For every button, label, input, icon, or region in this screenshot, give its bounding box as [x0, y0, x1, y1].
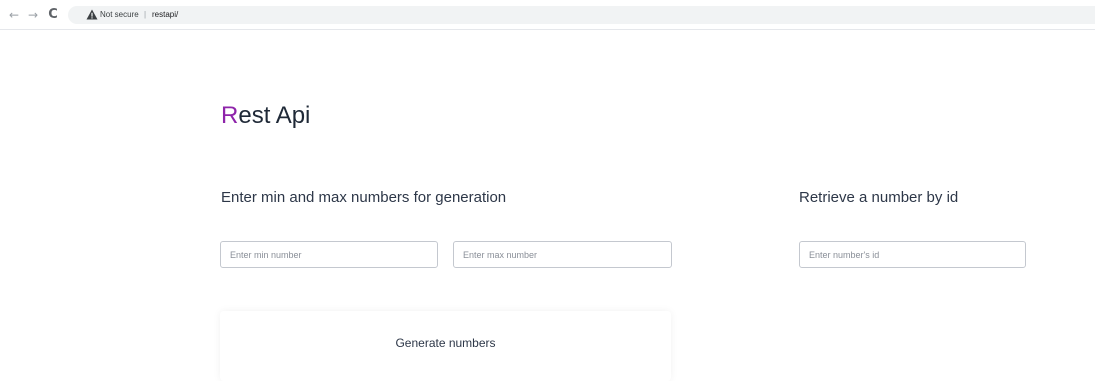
max-number-input[interactable]: [453, 241, 672, 268]
min-number-input[interactable]: [220, 241, 438, 268]
warning-icon[interactable]: [86, 9, 98, 20]
generate-numbers-button[interactable]: Generate numbers: [220, 311, 671, 381]
url-separator: |: [144, 10, 147, 19]
back-arrow-icon[interactable]: ←: [7, 8, 21, 22]
page-title: Rest Api: [221, 100, 310, 132]
number-id-input[interactable]: [799, 241, 1026, 268]
address-bar[interactable]: Not secure | restapi/: [68, 6, 1095, 24]
reload-icon[interactable]: C: [46, 8, 60, 22]
browser-toolbar: ← → C Not secure | restapi/: [0, 0, 1095, 30]
retrieve-heading: Retrieve a number by id: [799, 189, 959, 206]
generation-heading: Enter min and max numbers for generation: [221, 189, 507, 206]
title-text: est Api: [238, 102, 311, 129]
title-accent-letter: R: [221, 102, 239, 129]
forward-arrow-icon[interactable]: →: [26, 8, 40, 22]
generate-numbers-label: Generate numbers: [395, 336, 496, 350]
security-status[interactable]: Not secure: [100, 8, 139, 22]
url-text[interactable]: restapi/: [152, 8, 178, 22]
